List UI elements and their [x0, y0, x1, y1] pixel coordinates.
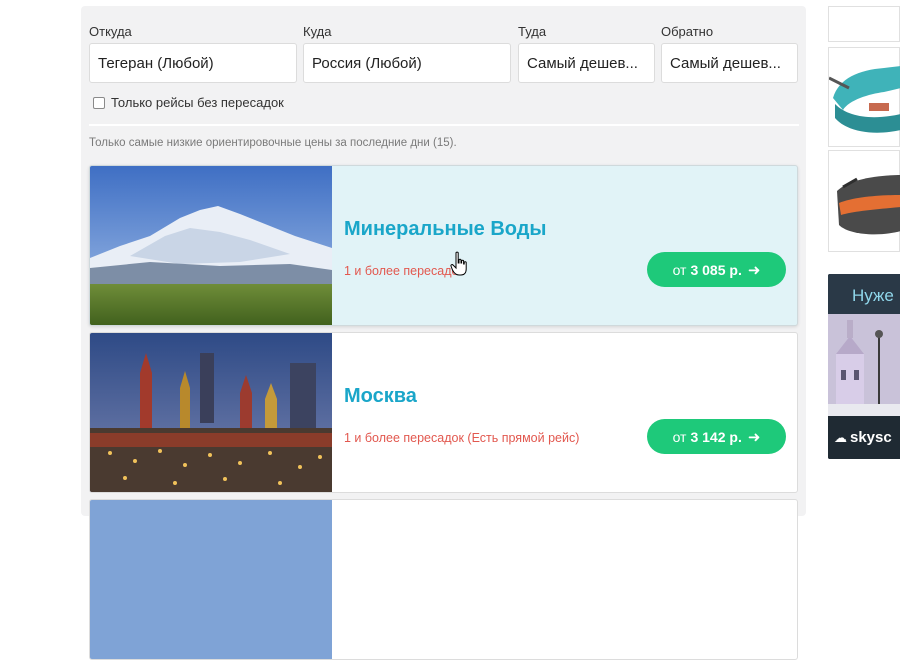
direct-only-checkbox[interactable]: [93, 96, 105, 109]
depart-date-field[interactable]: Самый дешев...: [518, 43, 655, 83]
sidebar-box-top: [828, 6, 900, 42]
price-prefix: от: [672, 428, 687, 445]
church-photo: [828, 314, 900, 416]
arrow-right-icon: ➜: [747, 261, 761, 279]
direct-only-row[interactable]: Только рейсы без пересадок: [93, 95, 284, 110]
price-value: 3 085 р.: [690, 261, 742, 278]
result-card-moskva[interactable]: Москва 1 и более пересадок (Есть прямой …: [89, 332, 798, 493]
ad-brand: skysc: [850, 429, 892, 446]
to-label: Куда: [303, 24, 332, 39]
product-bag-teal[interactable]: [828, 47, 900, 147]
return-label: Обратно: [661, 24, 714, 39]
direct-only-label[interactable]: Только рейсы без пересадок: [111, 95, 284, 110]
transfers-info: 1 и более пересадок: [344, 264, 464, 278]
kremlin-night-photo: [90, 333, 332, 492]
city-name[interactable]: Минеральные Воды: [344, 218, 547, 241]
price-note: Только самые низкие ориентировочные цены…: [89, 137, 457, 149]
result-card-partial[interactable]: [89, 499, 798, 660]
return-date-field[interactable]: Самый дешев...: [661, 43, 798, 83]
ad-banner[interactable]: Нуже ☁ skysc: [828, 274, 900, 459]
search-panel: Откуда Тегеран (Любой) Куда Россия (Любо…: [81, 6, 806, 660]
ad-footer: ☁ skysc: [828, 416, 900, 459]
divider: [89, 124, 799, 126]
from-label: Откуда: [89, 24, 132, 39]
depart-label: Туда: [518, 24, 547, 39]
mountain-photo: [90, 166, 332, 325]
price-value: 3 142 р.: [690, 428, 742, 445]
hand-cursor-icon: [450, 251, 467, 276]
city-name[interactable]: Москва: [344, 385, 417, 408]
cloud-icon: ☁: [834, 429, 847, 445]
price-button[interactable]: от 3 085 р. ➜: [647, 252, 786, 287]
from-field[interactable]: Тегеран (Любой): [89, 43, 297, 83]
ad-headline: Нуже: [852, 286, 894, 305]
result-card-mineralnye-vody[interactable]: Минеральные Воды 1 и более пересадок от …: [89, 165, 798, 326]
transfers-info: 1 и более пересадок (Есть прямой рейс): [344, 431, 580, 445]
product-bag-grey[interactable]: [828, 150, 900, 252]
city-photo: [90, 500, 332, 659]
arrow-right-icon: ➜: [747, 428, 761, 446]
to-field[interactable]: Россия (Любой): [303, 43, 511, 83]
price-prefix: от: [672, 261, 687, 278]
price-button[interactable]: от 3 142 р. ➜: [647, 419, 786, 454]
